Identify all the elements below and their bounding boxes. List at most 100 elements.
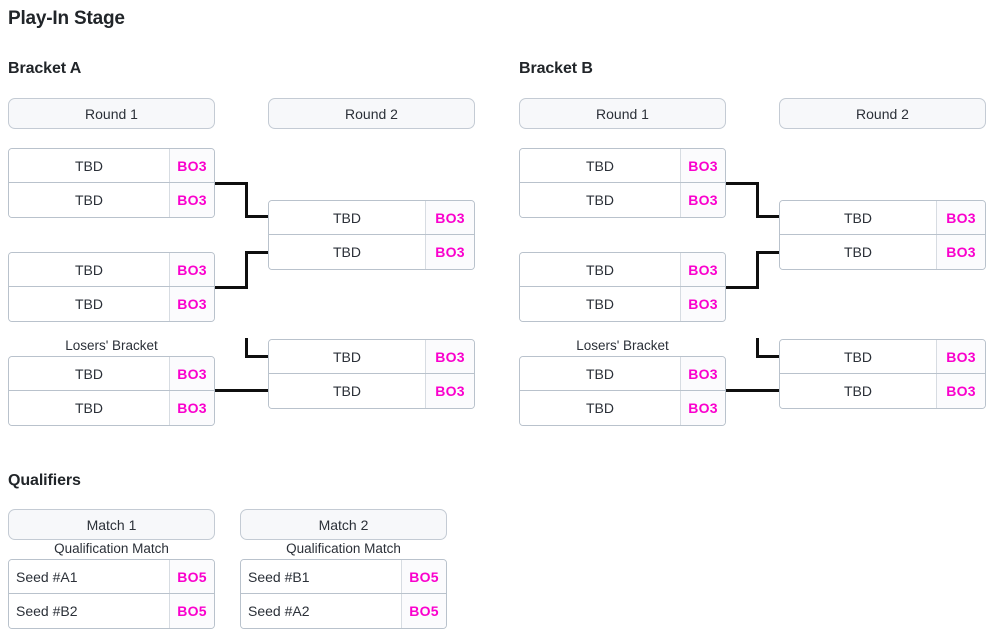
table-row[interactable]: TBD BO3 [269, 235, 474, 269]
opponent-name: TBD [520, 149, 680, 182]
bracket-b-title: Bracket B [519, 60, 593, 77]
opponent-name: TBD [520, 253, 680, 286]
match-format-badge: BO3 [936, 235, 985, 269]
table-row[interactable]: TBD BO3 [780, 374, 985, 408]
bracket-b-r1-match-1[interactable]: TBD BO3 TBD BO3 [519, 148, 726, 218]
match-format-badge: BO5 [169, 560, 214, 593]
connector-a-2-h1 [213, 286, 248, 289]
match-format-badge: BO3 [425, 235, 474, 269]
qualifier-match-2-caption: Qualification Match [286, 541, 401, 556]
opponent-name: Seed #B2 [9, 594, 169, 628]
opponent-name: TBD [269, 340, 425, 373]
qualifier-match-1-caption: Qualification Match [54, 541, 169, 556]
qualifiers-title: Qualifiers [8, 472, 81, 489]
table-row[interactable]: TBD BO3 [520, 149, 725, 183]
bracket-a-r2-losers-match[interactable]: TBD BO3 TBD BO3 [268, 339, 475, 409]
opponent-name: TBD [520, 183, 680, 217]
table-row[interactable]: TBD BO3 [9, 183, 214, 217]
connector-b-1-v [756, 182, 759, 218]
bracket-a-losers-caption: Losers' Bracket [65, 338, 158, 353]
bracket-b-losers-caption: Losers' Bracket [576, 338, 669, 353]
match-format-badge: BO3 [425, 201, 474, 234]
opponent-name: TBD [520, 391, 680, 425]
bracket-a-r2-match-1[interactable]: TBD BO3 TBD BO3 [268, 200, 475, 270]
match-format-badge: BO3 [169, 287, 214, 321]
connector-b-1-h1 [724, 182, 759, 185]
opponent-name: TBD [520, 357, 680, 390]
match-format-badge: BO3 [680, 391, 725, 425]
table-row[interactable]: TBD BO3 [780, 201, 985, 235]
bracket-a-losers-match[interactable]: TBD BO3 TBD BO3 [8, 356, 215, 426]
connector-b-2-v [756, 251, 759, 289]
opponent-name: TBD [780, 201, 936, 234]
bracket-a-title: Bracket A [8, 60, 82, 77]
opponent-name: TBD [9, 357, 169, 390]
bracket-b-round-1-header[interactable]: Round 1 [519, 98, 726, 129]
match-format-badge: BO3 [169, 183, 214, 217]
opponent-name: Seed #A1 [9, 560, 169, 593]
opponent-name: TBD [780, 235, 936, 269]
opponent-name: Seed #A2 [241, 594, 401, 628]
bracket-b-r2-match-1[interactable]: TBD BO3 TBD BO3 [779, 200, 986, 270]
match-format-badge: BO3 [680, 183, 725, 217]
match-format-badge: BO3 [680, 287, 725, 321]
bracket-a-r1-match-1[interactable]: TBD BO3 TBD BO3 [8, 148, 215, 218]
match-format-badge: BO3 [169, 253, 214, 286]
opponent-name: TBD [269, 201, 425, 234]
table-row[interactable]: TBD BO3 [780, 340, 985, 374]
table-row[interactable]: TBD BO3 [780, 235, 985, 269]
bracket-a-round-1-header[interactable]: Round 1 [8, 98, 215, 129]
match-format-badge: BO3 [680, 149, 725, 182]
bracket-b-losers-match[interactable]: TBD BO3 TBD BO3 [519, 356, 726, 426]
qualifier-match-2[interactable]: Seed #B1 BO5 Seed #A2 BO5 [240, 559, 447, 629]
match-format-badge: BO3 [425, 374, 474, 408]
connector-a-1-v [245, 182, 248, 218]
table-row[interactable]: TBD BO3 [269, 201, 474, 235]
match-format-badge: BO3 [680, 357, 725, 390]
page-title: Play-In Stage [8, 8, 125, 29]
bracket-b-round-2-header[interactable]: Round 2 [779, 98, 986, 129]
opponent-name: TBD [780, 340, 936, 373]
connector-a-lb-h2 [213, 389, 272, 392]
bracket-b-r1-match-2[interactable]: TBD BO3 TBD BO3 [519, 252, 726, 322]
table-row[interactable]: TBD BO3 [9, 357, 214, 391]
table-row[interactable]: TBD BO3 [269, 374, 474, 408]
table-row[interactable]: TBD BO3 [520, 183, 725, 217]
table-row[interactable]: Seed #B1 BO5 [241, 560, 446, 594]
match-format-badge: BO3 [169, 391, 214, 425]
opponent-name: TBD [9, 183, 169, 217]
match-format-badge: BO3 [936, 340, 985, 373]
table-row[interactable]: TBD BO3 [9, 391, 214, 425]
match-format-badge: BO5 [169, 594, 214, 628]
table-row[interactable]: TBD BO3 [520, 287, 725, 321]
connector-a-2-v [245, 251, 248, 289]
opponent-name: TBD [520, 287, 680, 321]
opponent-name: TBD [269, 374, 425, 408]
connector-b-2-h1 [724, 286, 759, 289]
table-row[interactable]: TBD BO3 [520, 391, 725, 425]
qualifier-match-1-header[interactable]: Match 1 [8, 509, 215, 540]
opponent-name: TBD [9, 253, 169, 286]
table-row[interactable]: Seed #A2 BO5 [241, 594, 446, 628]
table-row[interactable]: Seed #B2 BO5 [9, 594, 214, 628]
table-row[interactable]: TBD BO3 [9, 287, 214, 321]
table-row[interactable]: TBD BO3 [520, 357, 725, 391]
qualifier-match-2-header[interactable]: Match 2 [240, 509, 447, 540]
bracket-a-round-2-header[interactable]: Round 2 [268, 98, 475, 129]
opponent-name: Seed #B1 [241, 560, 401, 593]
connector-b-lb-h2 [724, 389, 783, 392]
table-row[interactable]: TBD BO3 [9, 253, 214, 287]
table-row[interactable]: TBD BO3 [269, 340, 474, 374]
table-row[interactable]: TBD BO3 [9, 149, 214, 183]
match-format-badge: BO3 [680, 253, 725, 286]
match-format-badge: BO3 [425, 340, 474, 373]
bracket-a-r1-match-2[interactable]: TBD BO3 TBD BO3 [8, 252, 215, 322]
match-format-badge: BO5 [401, 594, 446, 628]
table-row[interactable]: TBD BO3 [520, 253, 725, 287]
match-format-badge: BO3 [169, 357, 214, 390]
opponent-name: TBD [9, 287, 169, 321]
bracket-b-r2-losers-match[interactable]: TBD BO3 TBD BO3 [779, 339, 986, 409]
qualifier-match-1[interactable]: Seed #A1 BO5 Seed #B2 BO5 [8, 559, 215, 629]
match-format-badge: BO5 [401, 560, 446, 593]
table-row[interactable]: Seed #A1 BO5 [9, 560, 214, 594]
